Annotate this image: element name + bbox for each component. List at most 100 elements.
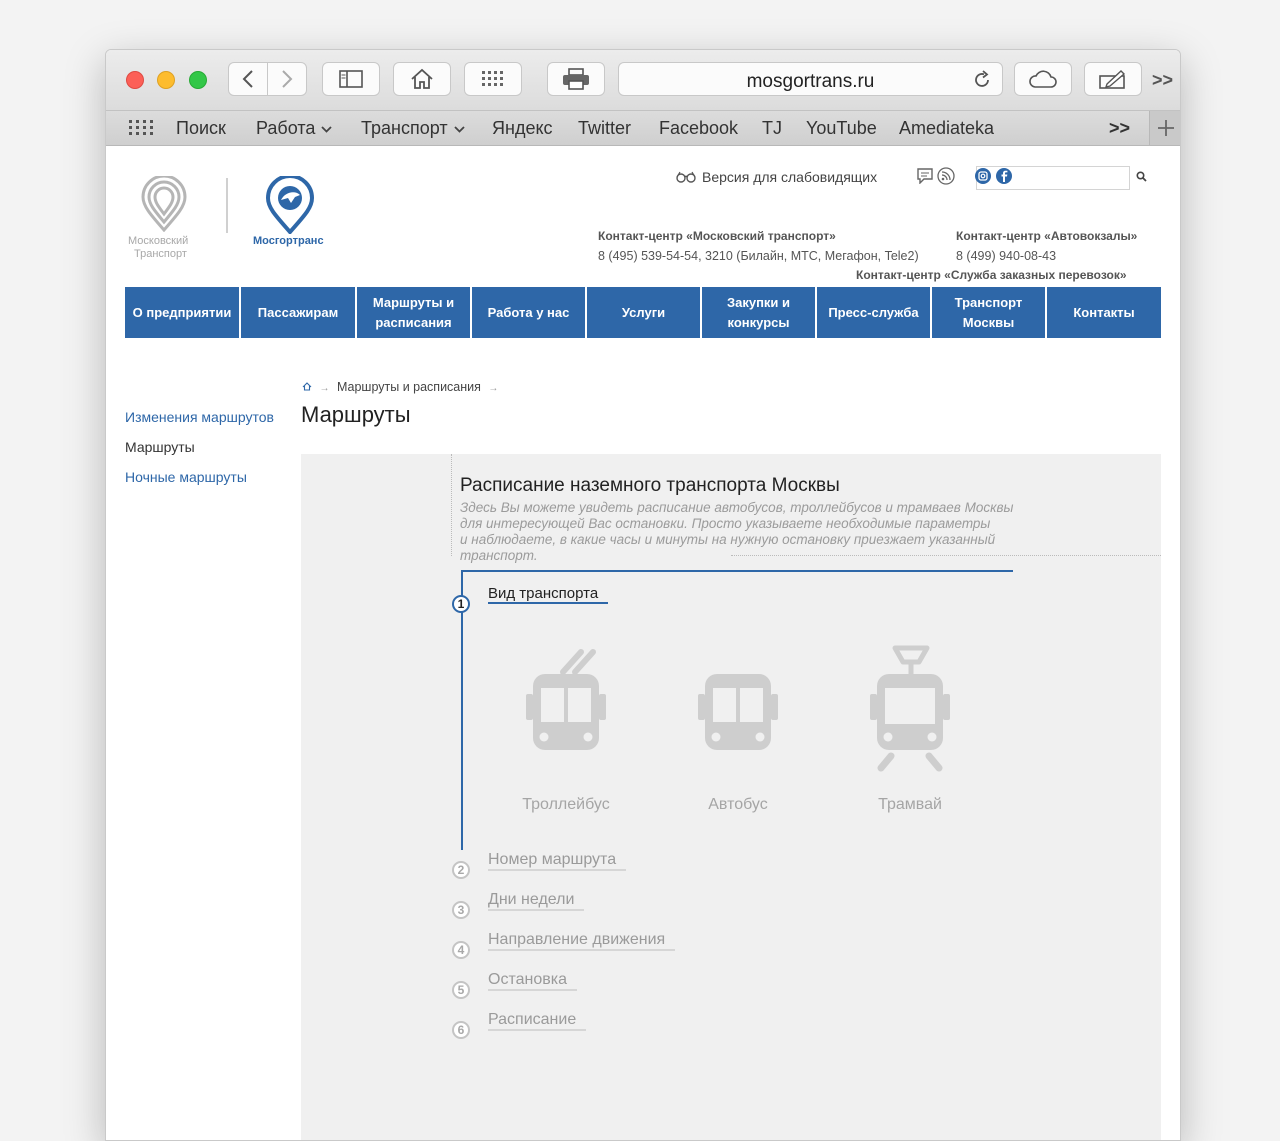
logo-moscow-transport[interactable]: Московский Транспорт	[126, 176, 206, 266]
sidebar-item-routes[interactable]: Маршруты	[125, 439, 195, 455]
accessibility-link[interactable]: Версия для слабовидящих	[676, 168, 877, 186]
cloud-icon	[1029, 70, 1057, 88]
bookmark-tj[interactable]: TJ	[762, 118, 782, 139]
apps-grid-icon[interactable]	[129, 120, 153, 136]
trolleybus-icon	[526, 649, 606, 750]
step-5-circle: 5	[452, 981, 470, 999]
nav-item-moscow-transport[interactable]: Транспорт Москвы	[932, 287, 1045, 338]
plus-icon	[1158, 120, 1174, 136]
step-2-label[interactable]: Номер маршрута	[488, 851, 627, 871]
logo-mt-line2: Транспорт	[134, 248, 187, 260]
nav-item-passengers[interactable]: Пассажирам	[241, 287, 355, 338]
moscow-transport-logo-icon	[141, 176, 187, 232]
zoom-window-button[interactable]	[189, 71, 207, 89]
step-3-label[interactable]: Дни недели	[488, 891, 585, 911]
bookmark-search[interactable]: Поиск	[176, 118, 226, 139]
description-line: для интересующей Вас остановки. Просто у…	[460, 516, 991, 531]
browser-toolbar: mosgortrans.ru >>	[106, 50, 1180, 111]
bookmark-label: Транспорт	[361, 118, 448, 138]
vehicle-tram[interactable]: Трамвай	[840, 644, 980, 819]
chevron-left-icon	[242, 70, 253, 88]
vehicle-bus[interactable]: Автобус	[668, 644, 808, 819]
contact1-phone: 8 (495) 539-54-54, 3210 (Билайн, МТС, Ме…	[598, 249, 919, 263]
schedule-title: Расписание наземного транспорта Москвы	[460, 475, 840, 496]
back-button[interactable]	[228, 62, 268, 96]
schedule-description: Здесь Вы можете увидеть расписание автоб…	[460, 500, 1020, 564]
logo-mgt-label: Мосгортранс	[253, 235, 324, 247]
breadcrumb-separator: →	[488, 383, 499, 394]
address-bar[interactable]: mosgortrans.ru	[618, 62, 1003, 96]
bookmark-rabota[interactable]: Работа	[256, 118, 333, 139]
bookmark-youtube[interactable]: YouTube	[806, 118, 877, 139]
sidebar-icon	[339, 70, 363, 88]
home-button[interactable]	[393, 62, 451, 96]
contact2-phone: 8 (499) 940-08-43	[956, 249, 1057, 263]
nav-item-services[interactable]: Услуги	[587, 287, 700, 338]
toolbar-overflow-button[interactable]: >>	[1152, 70, 1173, 91]
description-line: и наблюдаете, в какие часы и минуты на н…	[460, 532, 996, 547]
bookmark-twitter[interactable]: Twitter	[578, 118, 631, 139]
logo-mosgortrans[interactable]: Мосгортранс	[251, 176, 341, 256]
new-tab-button[interactable]	[1149, 111, 1180, 145]
chevron-right-icon	[282, 70, 293, 88]
nav-item-press[interactable]: Пресс-служба	[817, 287, 930, 338]
description-line: транспорт.	[460, 548, 538, 563]
step-6-circle: 6	[452, 1021, 470, 1039]
search-icon[interactable]	[1136, 171, 1147, 182]
accessibility-label: Версия для слабовидящих	[702, 168, 878, 185]
sidebar-toggle-button[interactable]	[322, 62, 380, 96]
contact3-title: Контакт-центр «Служба заказных перевозок…	[856, 268, 1127, 282]
forward-button[interactable]	[267, 62, 307, 96]
contact2-title: Контакт-центр «Автовокзалы»	[956, 229, 1138, 243]
bookmark-label: Работа	[256, 118, 316, 138]
chat-icon[interactable]	[916, 168, 934, 184]
vehicle-tram-label: Трамвай	[878, 796, 942, 813]
home-icon[interactable]	[302, 382, 312, 391]
instagram-icon[interactable]	[974, 167, 992, 185]
bookmark-transport[interactable]: Транспорт	[361, 118, 465, 139]
bookmark-yandex[interactable]: Яндекс	[492, 118, 553, 139]
reload-icon[interactable]	[972, 70, 992, 90]
step-5-label[interactable]: Остановка	[488, 971, 577, 991]
bookmark-facebook[interactable]: Facebook	[659, 118, 738, 139]
home-icon	[411, 68, 433, 89]
breadcrumb: → Маршруты и расписания →	[302, 380, 502, 394]
step-1-circle: 1	[452, 595, 470, 613]
icloud-button[interactable]	[1014, 62, 1072, 96]
step-1-label[interactable]: Вид транспорта	[488, 585, 609, 604]
rss-icon[interactable]	[937, 167, 955, 185]
edit-button[interactable]	[1084, 62, 1142, 96]
contact1-title: Контакт-центр «Московский транспорт»	[598, 229, 836, 243]
nav-item-routes[interactable]: Маршруты и расписания	[357, 287, 470, 338]
bookmarks-bar: Поиск Работа Транспорт Яндекс Twitter Fa…	[106, 111, 1180, 146]
search-input[interactable]	[1017, 169, 1129, 189]
logo-divider	[226, 178, 228, 233]
bookmarks-overflow[interactable]: >>	[1109, 118, 1130, 139]
step-4-label[interactable]: Направление движения	[488, 931, 676, 951]
print-button[interactable]	[547, 62, 605, 96]
apps-grid-button[interactable]	[464, 62, 522, 96]
browser-window: mosgortrans.ru >> Поиск Работа Транспорт…	[105, 49, 1181, 1141]
vehicle-trolleybus[interactable]: Троллейбус	[496, 644, 636, 819]
facebook-icon[interactable]	[995, 167, 1013, 185]
chevron-down-icon	[321, 126, 333, 133]
vehicle-trolleybus-label: Троллейбус	[522, 796, 610, 813]
step-6-label[interactable]: Расписание	[488, 1011, 587, 1031]
close-window-button[interactable]	[126, 71, 144, 89]
breadcrumb-separator: →	[319, 383, 330, 394]
nav-item-tenders[interactable]: Закупки и конкурсы	[702, 287, 815, 338]
description-line: Здесь Вы можете увидеть расписание автоб…	[460, 500, 1014, 515]
sidebar-item-route-changes[interactable]: Изменения маршрутов	[125, 409, 274, 425]
minimize-window-button[interactable]	[157, 71, 175, 89]
grid-icon	[482, 71, 503, 86]
tram-icon	[870, 645, 950, 772]
bookmark-amediateka[interactable]: Amediateka	[899, 118, 994, 139]
nav-item-contacts[interactable]: Контакты	[1047, 287, 1161, 338]
nav-item-jobs[interactable]: Работа у нас	[472, 287, 585, 338]
step-2-circle: 2	[452, 861, 470, 879]
printer-icon	[563, 68, 589, 90]
nav-item-about[interactable]: О предприятии	[125, 287, 239, 338]
breadcrumb-item[interactable]: Маршруты и расписания	[337, 380, 481, 394]
address-url: mosgortrans.ru	[746, 71, 875, 92]
sidebar-item-night-routes[interactable]: Ночные маршруты	[125, 469, 247, 485]
